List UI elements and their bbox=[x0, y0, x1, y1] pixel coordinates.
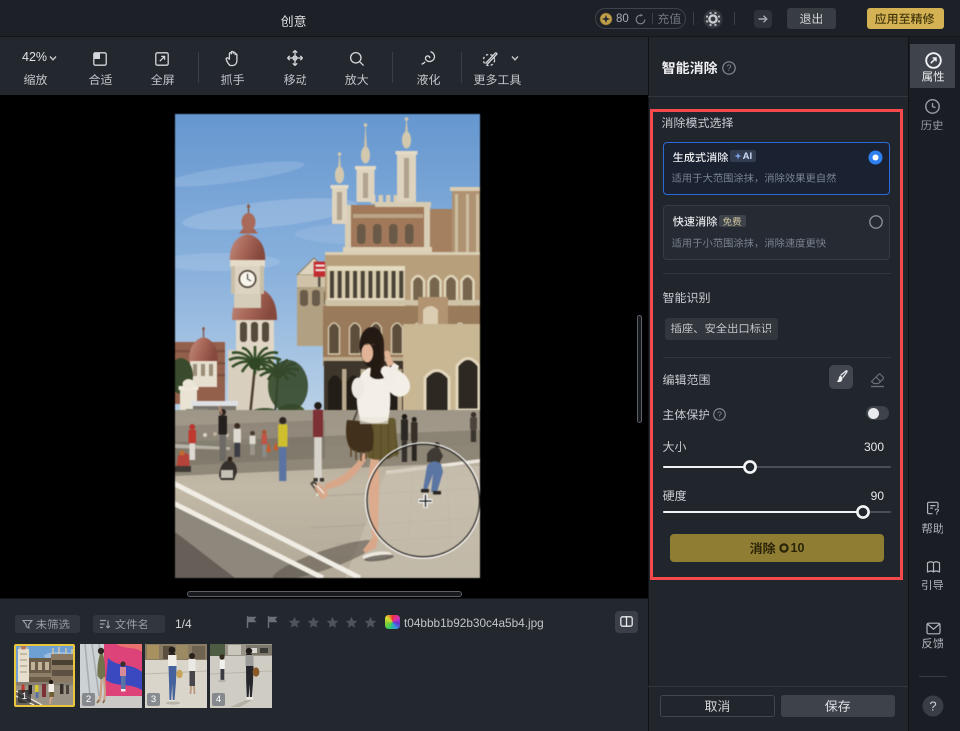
svg-text:?: ? bbox=[929, 699, 936, 714]
svg-text:?: ? bbox=[726, 63, 731, 73]
svg-text:?: ? bbox=[934, 507, 939, 516]
